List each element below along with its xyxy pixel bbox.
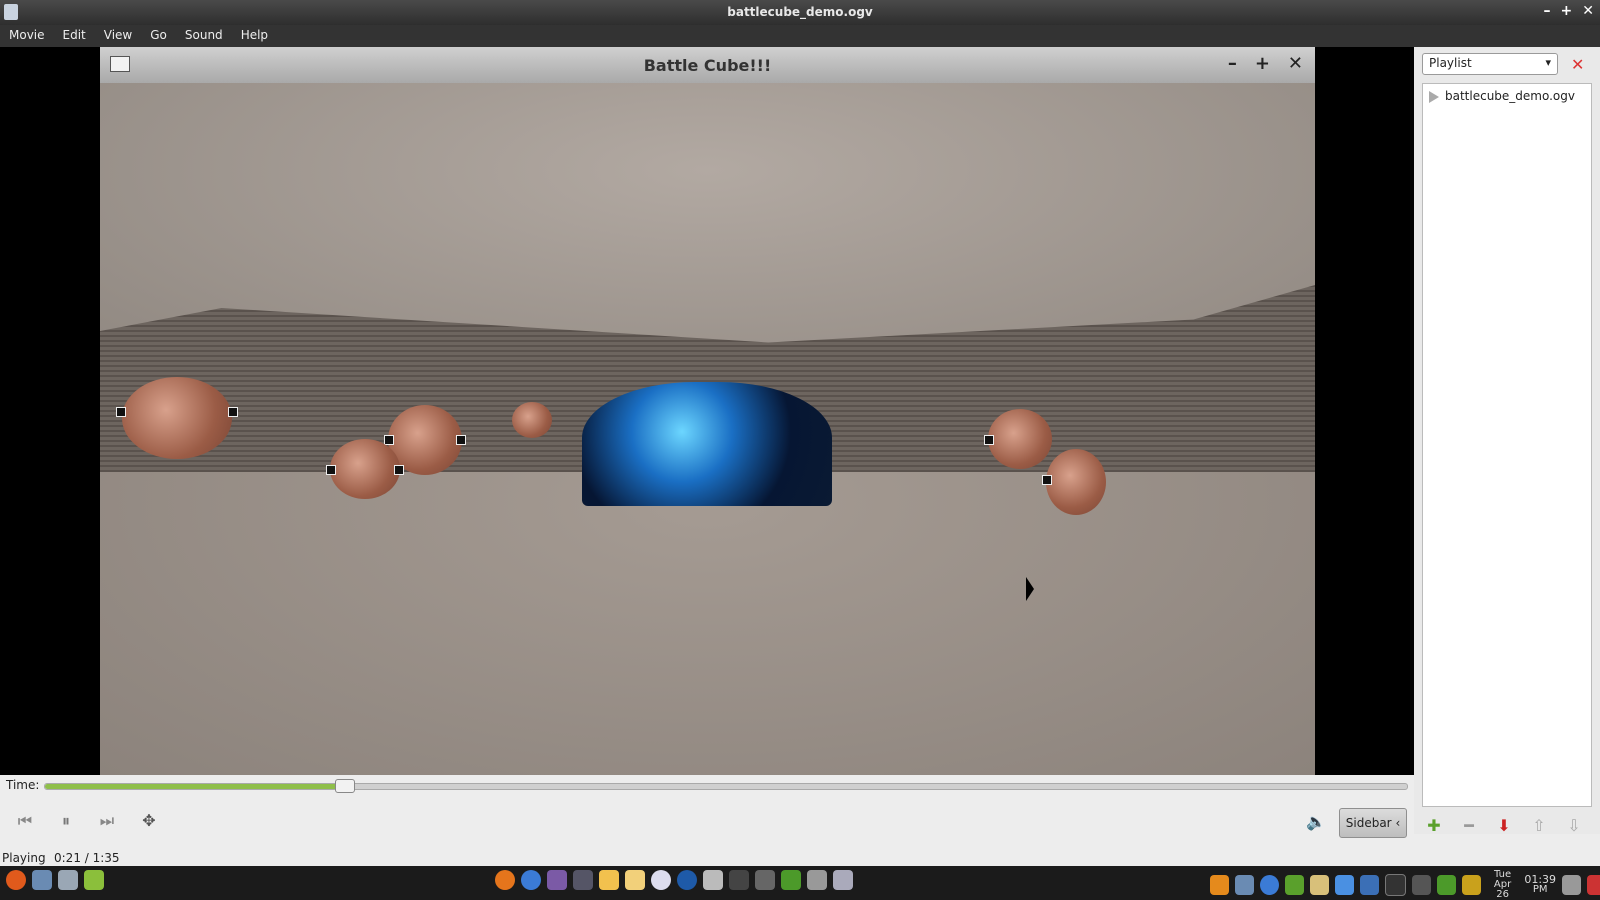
game-window-title: Battle Cube!!!: [643, 56, 772, 75]
playlist-toolbar: ✚ ━ ⬇ ⇧ ⇩: [1424, 816, 1584, 836]
close-window-button[interactable]: ✕: [1582, 3, 1594, 19]
pause-button[interactable]: ⏸: [53, 810, 79, 832]
calculator-icon[interactable]: [703, 870, 723, 890]
files-launcher-icon[interactable]: [84, 870, 104, 890]
mail-icon[interactable]: [521, 870, 541, 890]
window-title: battlecube_demo.ogv: [727, 5, 873, 19]
scene-floor: [100, 472, 1315, 775]
web-icon[interactable]: [677, 870, 697, 890]
load-graph-icon[interactable]: [1461, 875, 1481, 895]
save-icon[interactable]: ⬇: [1494, 816, 1514, 836]
time-label: Time:: [6, 778, 40, 792]
menu-movie[interactable]: Movie: [0, 25, 54, 47]
clock-date[interactable]: Tue Apr 26: [1487, 870, 1519, 900]
window-titlebar: battlecube_demo.ogv – + ✕: [0, 0, 1600, 25]
logout-icon[interactable]: [1587, 875, 1600, 895]
video-player-icon[interactable]: [833, 870, 853, 890]
menu-go[interactable]: Go: [141, 25, 176, 47]
trash-icon[interactable]: [1562, 875, 1582, 895]
game-minimize-button[interactable]: –: [1228, 53, 1237, 74]
video-area[interactable]: Battle Cube!!! – + ✕: [0, 47, 1414, 775]
menu-help[interactable]: Help: [232, 25, 277, 47]
weather-icon[interactable]: [1411, 875, 1431, 895]
menu-sound[interactable]: Sound: [176, 25, 232, 47]
playlist-item-name: battlecube_demo.ogv: [1445, 89, 1575, 103]
clock-date-text: Apr 26: [1493, 879, 1512, 900]
calendar-icon[interactable]: [599, 870, 619, 890]
scene-enemy: [1042, 449, 1106, 515]
video-frame: Battle Cube!!! – + ✕: [100, 47, 1315, 775]
tray-globe-icon[interactable]: [1259, 875, 1279, 895]
game-maximize-button[interactable]: +: [1255, 53, 1270, 74]
mouse-cursor: [1026, 577, 1034, 601]
clock[interactable]: 01:39 PM: [1524, 874, 1556, 895]
tray-network-icon[interactable]: [1284, 875, 1304, 895]
taskbar: Tue Apr 26 01:39 PM: [0, 866, 1600, 900]
play-icon: [1429, 91, 1439, 103]
seek-handle[interactable]: [334, 779, 355, 793]
pen-icon[interactable]: [755, 870, 775, 890]
notes-icon[interactable]: [625, 870, 645, 890]
playback-controls: ⏮ ⏸ ⏭ ✥ 🔈 Sidebar ‹: [0, 808, 1414, 840]
cpu-graph-icon[interactable]: [1384, 874, 1406, 896]
terminal-launcher-icon[interactable]: [32, 870, 52, 890]
scene-enemy: [326, 439, 404, 499]
playback-state: Playing: [2, 851, 46, 865]
seek-fill: [45, 784, 345, 789]
rss-icon[interactable]: [1210, 875, 1229, 895]
seek-bar-row: Time:: [0, 775, 1414, 795]
tray-display-icon[interactable]: [1309, 875, 1329, 895]
sidebar-toggle-button[interactable]: Sidebar ‹: [1339, 808, 1407, 838]
sidebar-toggle-label: Sidebar: [1345, 816, 1392, 830]
playlist: battlecube_demo.ogv: [1422, 83, 1592, 807]
tray-dropbox-icon[interactable]: [1334, 875, 1354, 895]
remove-icon[interactable]: ━: [1459, 816, 1479, 836]
chevron-down-icon: ▾: [1545, 56, 1551, 69]
status-bar: Playing 0:21 / 1:35: [0, 850, 1414, 866]
signal-icon[interactable]: [1359, 875, 1379, 895]
menu-edit[interactable]: Edit: [54, 25, 95, 47]
maximize-window-button[interactable]: +: [1561, 3, 1573, 19]
minimize-window-button[interactable]: –: [1544, 3, 1551, 19]
add-icon[interactable]: ✚: [1424, 816, 1444, 836]
volume-icon[interactable]: 🔈: [1306, 812, 1326, 831]
battery-icon[interactable]: [1436, 875, 1456, 895]
tool-icon[interactable]: [729, 870, 749, 890]
firefox-icon[interactable]: [495, 870, 515, 890]
playback-time: 0:21 / 1:35: [54, 851, 120, 865]
menubar: Movie Edit View Go Sound Help: [0, 25, 1600, 47]
sidebar-mode-value: Playlist: [1429, 56, 1472, 70]
controller-icon[interactable]: [807, 870, 827, 890]
move-up-icon[interactable]: ⇧: [1529, 816, 1549, 836]
scene-enemy: [512, 402, 552, 438]
tray-window-icon[interactable]: [1234, 875, 1254, 895]
seek-slider[interactable]: [44, 779, 1408, 793]
playlist-item[interactable]: battlecube_demo.ogv: [1423, 88, 1591, 106]
next-button[interactable]: ⏭: [94, 810, 120, 832]
move-down-icon[interactable]: ⇩: [1564, 816, 1584, 836]
chevron-left-icon: ‹: [1395, 816, 1401, 830]
scene-enemy: [984, 409, 1052, 469]
previous-button[interactable]: ⏮: [12, 810, 38, 832]
scene-enemy: [116, 377, 238, 459]
editor-launcher-icon[interactable]: [58, 870, 78, 890]
sidebar: Playlist ▾ ✕ battlecube_demo.ogv: [1414, 47, 1600, 834]
monitor-icon[interactable]: [573, 870, 593, 890]
close-sidebar-icon[interactable]: ✕: [1571, 55, 1584, 74]
game-window-titlebar: Battle Cube!!! – + ✕: [100, 47, 1315, 83]
scene-portal: [582, 382, 832, 506]
h-app-icon[interactable]: [781, 870, 801, 890]
ubuntu-menu-icon[interactable]: [6, 870, 26, 890]
sidebar-mode-select[interactable]: Playlist ▾: [1422, 53, 1558, 75]
chat-icon[interactable]: [547, 870, 567, 890]
game-close-button[interactable]: ✕: [1288, 53, 1303, 74]
menu-view[interactable]: View: [95, 25, 141, 47]
browser-icon[interactable]: [651, 870, 671, 890]
fullscreen-button[interactable]: ✥: [136, 810, 162, 832]
clock-period: PM: [1532, 884, 1548, 895]
